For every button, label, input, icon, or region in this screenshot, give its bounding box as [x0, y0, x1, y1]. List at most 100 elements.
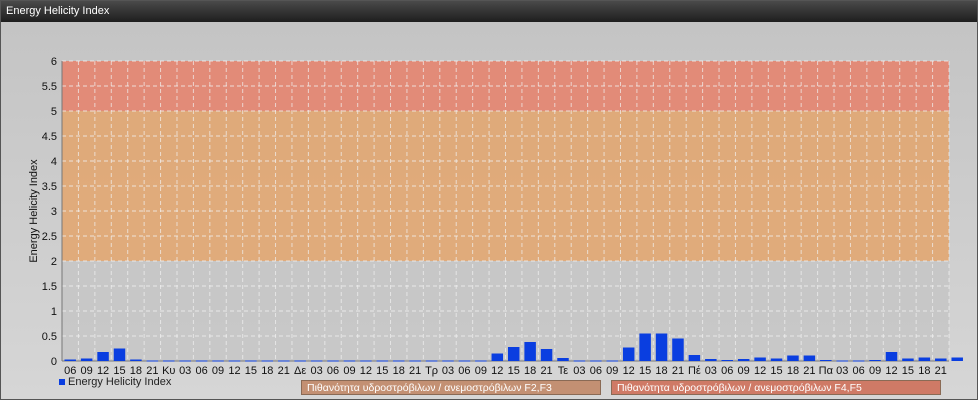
x-tick-label-17: 09	[343, 365, 355, 377]
x-tick-label-40: 06	[721, 365, 733, 377]
x-tick-label-14: Δε	[294, 365, 306, 377]
bar-40	[721, 360, 733, 361]
bar-20	[392, 360, 405, 362]
title-bar: Energy Helicity Index	[1, 1, 977, 22]
bar-30	[557, 358, 569, 361]
bar-54	[951, 357, 963, 361]
x-tick-label-22: Τρ	[425, 365, 438, 377]
legend[interactable]: Energy Helicity Index	[59, 376, 171, 388]
bar-10	[228, 360, 241, 362]
bar-23	[442, 360, 454, 362]
x-tick-label-31: 03	[573, 365, 585, 377]
x-tick-label-28: 18	[524, 365, 536, 377]
legend-swatch	[59, 379, 65, 386]
x-tick-label-19: 15	[376, 365, 388, 377]
x-tick-label-52: 18	[918, 365, 930, 377]
bar-22	[425, 360, 438, 362]
bar-38	[688, 355, 701, 361]
bar-33	[606, 360, 619, 362]
ehi-chart: 0 0.5 1 1.5 2 2.5 3 3.5 4 4.5 5 5.5 6 Energy Helicity…	[28, 56, 963, 377]
bar-25	[475, 360, 487, 362]
x-tick-label-47: 03	[836, 365, 848, 377]
y-axis-label: Energy Helicity Index	[28, 159, 40, 263]
x-tick-label-51: 15	[902, 365, 914, 377]
x-tick-label-15: 03	[310, 365, 322, 377]
bar-12	[261, 360, 274, 362]
y-tick-label-6: 3	[51, 206, 57, 218]
x-tick-label-38: Πέ	[688, 365, 701, 377]
bar-53	[935, 358, 947, 361]
x-tick-label-43: 15	[770, 365, 782, 377]
bar-17	[343, 360, 356, 362]
bar-34	[622, 347, 635, 361]
y-tick-label-2: 1	[51, 306, 57, 318]
x-tick-label-45: 21	[803, 365, 815, 377]
bar-26	[491, 353, 504, 361]
x-tick-label-41: 09	[738, 365, 750, 377]
bar-51	[902, 358, 914, 361]
bar-6	[163, 360, 175, 362]
x-tick-label-42: 12	[754, 365, 766, 377]
chart-window: Energy Helicity Index 0 0.5 1 1.5 2 2.5 3 3.5 4 4…	[0, 0, 978, 400]
bar-1	[80, 358, 93, 361]
x-tick-label-34: 12	[623, 365, 635, 377]
x-tick-label-20: 18	[393, 365, 405, 377]
y-tick-label-5: 2.5	[42, 231, 57, 243]
bar-7	[179, 360, 191, 362]
x-tick-label-16: 06	[327, 365, 339, 377]
x-tick-label-39: 03	[705, 365, 717, 377]
bar-11	[245, 360, 257, 362]
x-tick-label-53: 21	[935, 365, 947, 377]
bar-46	[820, 360, 832, 361]
y-tick-label-9: 4.5	[42, 131, 57, 143]
x-tick-label-26: 12	[491, 365, 503, 377]
window-title: Energy Helicity Index	[6, 5, 110, 17]
y-tick-label-10: 5	[51, 106, 57, 118]
bar-4	[130, 359, 142, 361]
y-tick-label-12: 6	[51, 56, 57, 68]
bar-44	[787, 355, 799, 361]
bar-32	[590, 360, 602, 362]
bar-29	[540, 349, 553, 361]
bar-28	[524, 342, 536, 361]
bar-15	[310, 360, 323, 362]
x-tick-label-10: 12	[228, 365, 240, 377]
y-tick-label-4: 2	[51, 256, 57, 268]
bar-42	[754, 357, 766, 361]
bar-37	[672, 338, 684, 361]
x-tick-label-9: 09	[212, 365, 224, 377]
bar-43	[770, 358, 783, 361]
x-tick-label-36: 18	[655, 365, 667, 377]
bar-5	[146, 360, 159, 362]
legend-label: Energy Helicity Index	[68, 376, 172, 388]
x-tick-label-35: 15	[639, 365, 651, 377]
x-tick-label-24: 06	[458, 365, 470, 377]
x-tick-label-27: 15	[508, 365, 520, 377]
bar-18	[360, 360, 372, 362]
bar-0	[64, 359, 76, 361]
bar-35	[639, 333, 651, 361]
y-tick-label-11: 5.5	[42, 81, 57, 93]
bar-13	[278, 360, 290, 362]
y-tick-label-7: 3.5	[42, 181, 57, 193]
x-tick-label-37: 21	[672, 365, 684, 377]
x-tick-label-7: 03	[179, 365, 191, 377]
x-tick-label-11: 15	[245, 365, 257, 377]
y-tick-label-1: 0.5	[42, 331, 57, 343]
x-tick-label-30: Τε	[558, 365, 569, 377]
bar-41	[737, 359, 750, 361]
x-tick-label-44: 18	[787, 365, 799, 377]
bar-31	[573, 360, 586, 362]
bar-21	[409, 360, 421, 362]
y-tick-label-3: 1.5	[42, 281, 57, 293]
bar-24	[458, 360, 471, 362]
x-tick-label-49: 09	[869, 365, 881, 377]
bar-19	[376, 360, 389, 362]
bar-45	[803, 355, 816, 361]
y-tick-label-0: 0	[51, 356, 57, 368]
bar-39	[705, 359, 717, 361]
x-tick-label-29: 21	[540, 365, 552, 377]
x-tick-label-13: 21	[278, 365, 290, 377]
bar-3	[113, 348, 126, 361]
bar-16	[327, 360, 339, 362]
